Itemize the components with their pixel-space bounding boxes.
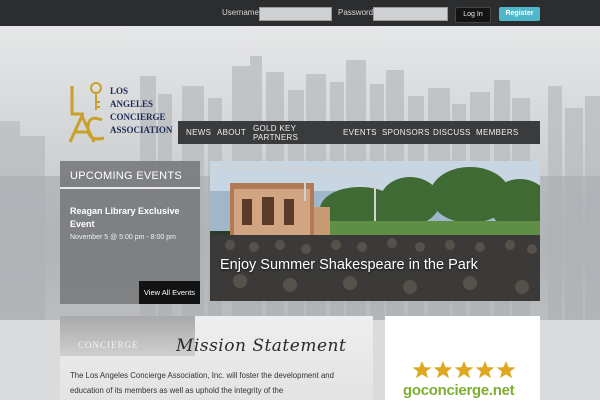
concierge-building-photo: CONCIERGE	[60, 316, 195, 356]
mission-title: Mission Statement	[176, 336, 347, 356]
nav-item-members[interactable]: MEMBERS	[476, 128, 519, 137]
logo-wordmark: LOS ANGELES CONCIERGE ASSOCIATION	[110, 85, 172, 137]
password-label: Password	[338, 8, 374, 17]
username-label: Username	[222, 8, 259, 17]
nav-item-gold-key-line-2: PARTNERS	[253, 133, 299, 142]
username-input[interactable]	[259, 7, 332, 21]
lac-logo-mark-icon	[68, 82, 105, 143]
mission-statement-section: CONCIERGE Mission Statement The Los Ange…	[60, 316, 373, 400]
upcoming-events-title: UPCOMING EVENTS	[70, 170, 183, 182]
logo-line-4: ASSOCIATION	[110, 125, 173, 135]
building-sign-text: CONCIERGE	[78, 340, 139, 350]
slide-caption[interactable]: Enjoy Summer Shakespeare in the Park	[220, 257, 478, 273]
main-nav: NEWS ABOUT GOLD KEY PARTNERS EVENTS SPON…	[178, 121, 540, 144]
mission-body: The Los Angeles Concierge Association, I…	[70, 371, 334, 395]
event-title-link[interactable]: Reagan Library Exclusive Event	[70, 205, 195, 231]
register-button[interactable]: Register	[499, 7, 540, 21]
nav-item-sponsors[interactable]: SPONSORS	[382, 128, 430, 137]
event-date: November 5 @ 5:00 pm - 8:00 pm	[70, 234, 176, 241]
site-logo[interactable]: LOS ANGELES CONCIERGE ASSOCIATION	[66, 80, 176, 148]
logo-line-3: CONCIERGE	[110, 112, 166, 122]
view-all-events-button[interactable]: View All Events	[139, 281, 200, 304]
nav-item-gold-key-partners[interactable]: GOLD KEY PARTNERS	[253, 124, 298, 142]
divider	[60, 187, 200, 189]
nav-item-discuss[interactable]: DISCUSS	[433, 128, 471, 137]
featured-slide[interactable]: Enjoy Summer Shakespeare in the Park	[210, 161, 540, 301]
sponsor-name[interactable]: goconcierge.net	[403, 382, 515, 399]
login-bar: Username Password Log In Register	[0, 0, 600, 27]
nav-item-events[interactable]: EVENTS	[343, 128, 377, 137]
password-input[interactable]	[373, 7, 448, 21]
upcoming-events-panel: UPCOMING EVENTS Reagan Library Exclusive…	[60, 161, 200, 304]
nav-item-news[interactable]: NEWS	[186, 128, 211, 137]
logo-line-2: ANGELES	[110, 99, 154, 109]
nav-item-about[interactable]: ABOUT	[217, 128, 246, 137]
nav-item-gold-key-line-1: GOLD KEY	[253, 124, 297, 133]
rating-stars-icon	[412, 361, 516, 379]
shakespeare-park-image	[210, 161, 540, 301]
login-button[interactable]: Log In	[455, 7, 491, 23]
logo-line-1: LOS	[110, 86, 129, 96]
sponsor-box[interactable]: goconcierge.net	[385, 316, 540, 400]
